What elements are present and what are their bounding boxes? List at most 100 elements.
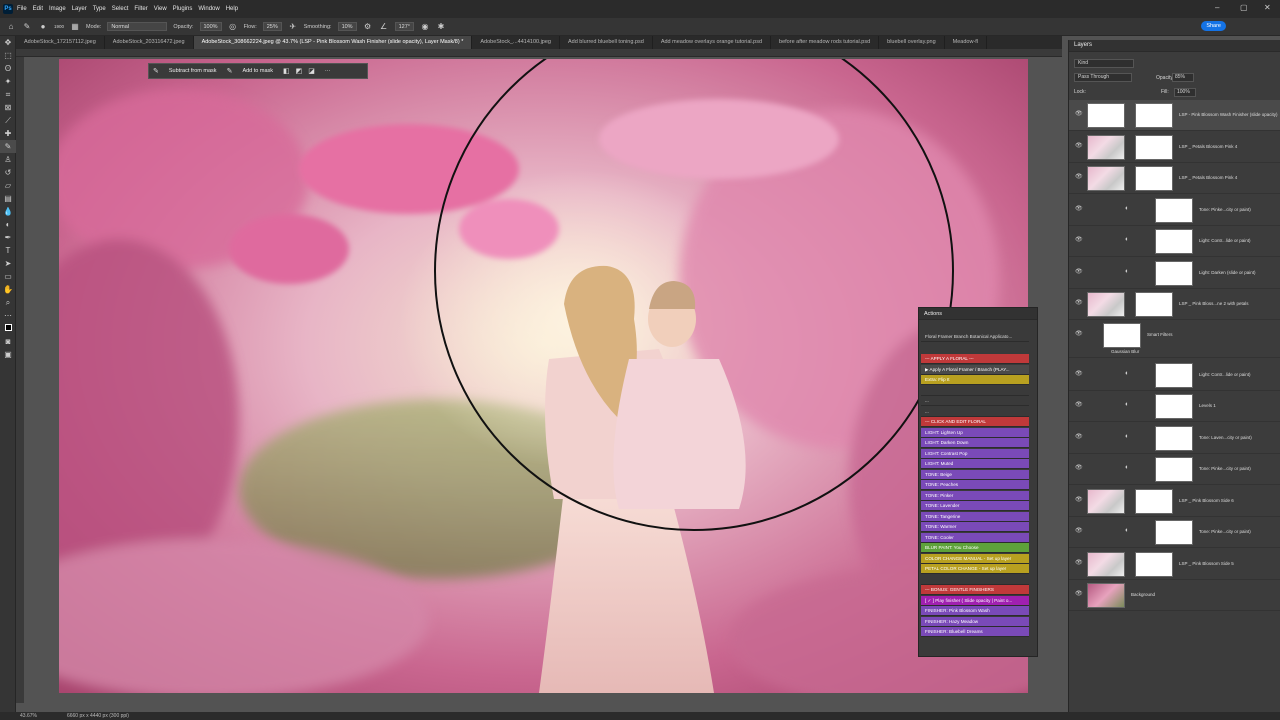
- type-tool-icon[interactable]: T: [0, 244, 16, 257]
- flow-input[interactable]: 25%: [262, 22, 282, 31]
- layer-thumbnail[interactable]: [1087, 292, 1125, 317]
- healing-tool-icon[interactable]: ✚: [0, 127, 16, 140]
- opacity-input[interactable]: 100%: [199, 22, 222, 31]
- menu-type[interactable]: Type: [93, 6, 106, 12]
- dodge-tool-icon[interactable]: ◐: [0, 218, 16, 231]
- more-tools-icon[interactable]: ⋯: [0, 309, 16, 322]
- menu-window[interactable]: Window: [198, 6, 219, 12]
- lasso-tool-icon[interactable]: ʘ: [0, 62, 16, 75]
- color-swatch-icon[interactable]: [0, 322, 16, 335]
- layer-row[interactable]: 👁 LSP _ Pink Blossom Side 5: [1069, 549, 1280, 580]
- visibility-eye-icon[interactable]: 👁: [1075, 590, 1083, 597]
- action-item[interactable]: LIGHT: Contrast Pop: [921, 448, 1029, 459]
- menu-layer[interactable]: Layer: [72, 6, 87, 12]
- layer-thumbnail[interactable]: [1087, 166, 1125, 191]
- action-item[interactable]: BLUR PAINT: You Choose: [921, 543, 1029, 553]
- layer-row[interactable]: 👁 ◐ Tone: Pinke...city or paint): [1069, 517, 1280, 548]
- action-item[interactable]: ...: [921, 406, 1029, 417]
- brush-settings-icon[interactable]: ▦: [70, 22, 80, 32]
- brush-preset-icon[interactable]: ●: [38, 22, 48, 32]
- action-item[interactable]: TONE: Pinker: [921, 490, 1029, 501]
- maximize-icon[interactable]: ▢: [1240, 3, 1248, 12]
- layer-row[interactable]: 👁 ◐ Light: Darken (slide or paint): [1069, 258, 1280, 289]
- layer-thumbnail[interactable]: [1087, 103, 1125, 128]
- action-item[interactable]: TONE: Tangerine: [921, 511, 1029, 522]
- action-item[interactable]: FINISHER: Bluebell Dreams: [921, 627, 1029, 637]
- visibility-eye-icon[interactable]: 👁: [1075, 330, 1083, 337]
- home-icon[interactable]: ⌂: [6, 22, 16, 32]
- frame-tool-icon[interactable]: ⊠: [0, 101, 16, 114]
- layer-mask-thumbnail[interactable]: [1135, 103, 1173, 128]
- layer-mask-thumbnail[interactable]: [1135, 292, 1173, 317]
- layer-mask-thumbnail[interactable]: [1135, 166, 1173, 191]
- path-select-icon[interactable]: ➤: [0, 257, 16, 270]
- layer-row[interactable]: 👁 LSP _ Petals Blossom Pink 4: [1069, 132, 1280, 163]
- canvas-area[interactable]: ✎ Subtract from mask ✎ Add to mask ◧ ◩ ◪…: [24, 57, 1062, 703]
- action-item[interactable]: FINISHER: Hazy Meadow: [921, 616, 1029, 627]
- mask-refine-icon[interactable]: ◩: [296, 67, 303, 75]
- layer-mask-thumbnail[interactable]: [1155, 457, 1193, 482]
- layer-row[interactable]: 👁 ◐ Tone: Pinke...city or paint): [1069, 454, 1280, 485]
- layer-mask-thumbnail[interactable]: [1155, 261, 1193, 286]
- share-button[interactable]: Share: [1201, 21, 1226, 31]
- action-item[interactable]: TONE: Lavender: [921, 501, 1029, 511]
- shape-tool-icon[interactable]: ▭: [0, 270, 16, 283]
- action-item[interactable]: [921, 574, 1029, 585]
- add-to-mask-button[interactable]: Add to mask: [238, 67, 277, 75]
- airbrush-icon[interactable]: ✈: [288, 22, 298, 32]
- menu-plugins[interactable]: Plugins: [173, 6, 193, 12]
- history-brush-icon[interactable]: ↺: [0, 166, 16, 179]
- pen-tool-icon[interactable]: ✒: [0, 231, 16, 244]
- menu-image[interactable]: Image: [49, 6, 66, 12]
- pressure-opacity-icon[interactable]: ◎: [228, 22, 238, 32]
- quick-mask-icon[interactable]: ◙: [0, 335, 16, 348]
- layer-row[interactable]: 👁 ◐ Tone: Pinke...city or paint): [1069, 195, 1280, 226]
- layer-row[interactable]: 👁 LSP - Pink Blossom Wash Finisher (slide…: [1069, 100, 1280, 131]
- layer-mask-thumbnail[interactable]: [1155, 198, 1193, 223]
- brush-tool-icon[interactable]: ✎: [0, 140, 16, 153]
- minimize-icon[interactable]: –: [1215, 3, 1219, 12]
- doc-tab[interactable]: before after meadow rods tutorial.psd: [771, 36, 880, 49]
- horizontal-ruler[interactable]: [16, 49, 1062, 57]
- layer-row[interactable]: 👁 Smart Filters Gaussian Blur: [1069, 320, 1280, 358]
- action-item[interactable]: TONE: Cooler: [921, 532, 1029, 543]
- layer-mask-thumbnail[interactable]: [1155, 229, 1193, 254]
- visibility-eye-icon[interactable]: 👁: [1075, 173, 1083, 180]
- menu-filter[interactable]: Filter: [134, 6, 147, 12]
- subtract-from-mask-button[interactable]: Subtract from mask: [165, 67, 221, 75]
- action-item[interactable]: ...: [921, 396, 1029, 406]
- layer-row[interactable]: 👁 ◐ Levels 1: [1069, 391, 1280, 422]
- zoom-level[interactable]: 43.67%: [20, 713, 37, 719]
- symmetry-icon[interactable]: ✱: [436, 22, 446, 32]
- action-item[interactable]: --- APPLY A FLORAL ---: [921, 354, 1029, 364]
- mode-select[interactable]: Normal: [107, 22, 168, 31]
- action-item[interactable]: LIGHT: Darken Down: [921, 438, 1029, 448]
- zoom-tool-icon[interactable]: ⌕: [0, 296, 16, 309]
- doc-tab[interactable]: AdobeStock_172157112.jpeg: [16, 36, 105, 49]
- action-item[interactable]: PETAL COLOR CHANGE - Set up layer: [921, 564, 1029, 574]
- action-item[interactable]: LIGHT: Muted: [921, 459, 1029, 469]
- layer-row[interactable]: 👁 ◐ Tone: Laven...city or paint): [1069, 423, 1280, 454]
- visibility-eye-icon[interactable]: 👁: [1075, 205, 1083, 212]
- visibility-eye-icon[interactable]: 👁: [1075, 433, 1083, 440]
- layer-row[interactable]: 👁 LSP _ Pink Bloss...ne 2 with petals: [1069, 289, 1280, 320]
- doc-tab[interactable]: AdobeStock_203116472.jpeg: [105, 36, 194, 49]
- brush-tool-icon[interactable]: ✎: [22, 22, 32, 32]
- action-item[interactable]: LIGHT: Lighten Up: [921, 427, 1029, 438]
- move-tool-icon[interactable]: ✥: [0, 36, 16, 49]
- vertical-ruler[interactable]: [16, 57, 24, 703]
- visibility-eye-icon[interactable]: 👁: [1075, 496, 1083, 503]
- doc-tab[interactable]: Meadow-fl: [945, 36, 988, 49]
- layer-mask-thumbnail[interactable]: [1155, 426, 1193, 451]
- layer-mask-thumbnail[interactable]: [1135, 552, 1173, 577]
- doc-tab-active[interactable]: AdobeStock_308662224.jpeg @ 43.7% (LSP -…: [193, 36, 473, 49]
- document-photo[interactable]: [59, 59, 1028, 693]
- action-item[interactable]: TONE: Peaches: [921, 480, 1029, 490]
- layer-mask-thumbnail[interactable]: [1135, 135, 1173, 160]
- hand-tool-icon[interactable]: ✋: [0, 283, 16, 296]
- mask-invert-icon[interactable]: ◧: [283, 67, 290, 75]
- menu-file[interactable]: File: [17, 6, 27, 12]
- crop-tool-icon[interactable]: ⌗: [0, 88, 16, 101]
- layer-row[interactable]: 👁 ◐ Light: Contr...lide or paint): [1069, 226, 1280, 257]
- gradient-tool-icon[interactable]: ▤: [0, 192, 16, 205]
